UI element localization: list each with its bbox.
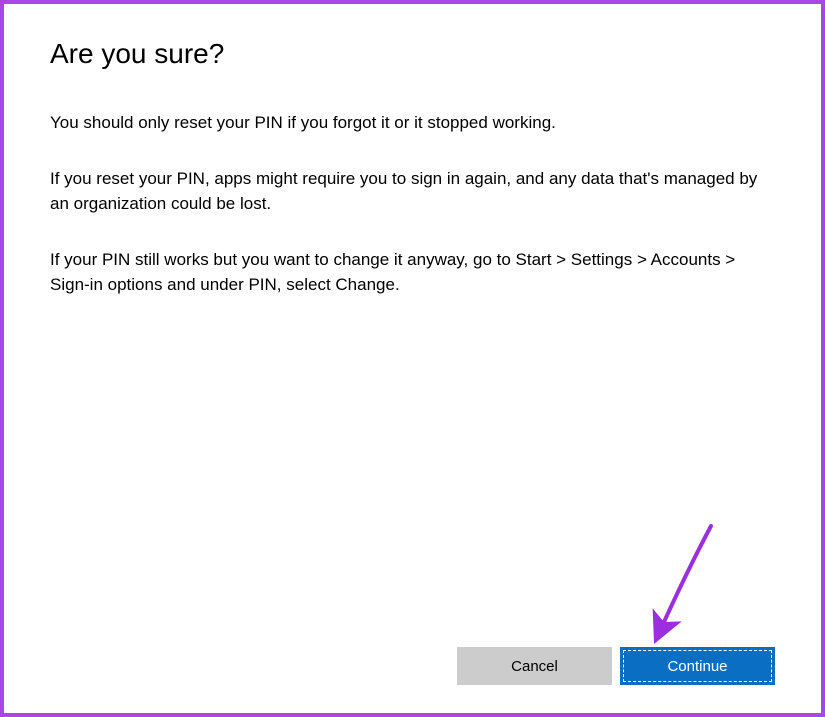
dialog-frame: Are you sure? You should only reset your… (0, 0, 825, 717)
button-row: Cancel Continue (50, 647, 775, 685)
dialog-paragraph-3: If your PIN still works but you want to … (50, 247, 775, 298)
dialog-content: Are you sure? You should only reset your… (4, 4, 821, 713)
dialog-title: Are you sure? (50, 38, 775, 70)
spacer (50, 328, 775, 648)
dialog-paragraph-1: You should only reset your PIN if you fo… (50, 110, 775, 136)
continue-button[interactable]: Continue (620, 647, 775, 685)
dialog-paragraph-2: If you reset your PIN, apps might requir… (50, 166, 775, 217)
cancel-button[interactable]: Cancel (457, 647, 612, 685)
